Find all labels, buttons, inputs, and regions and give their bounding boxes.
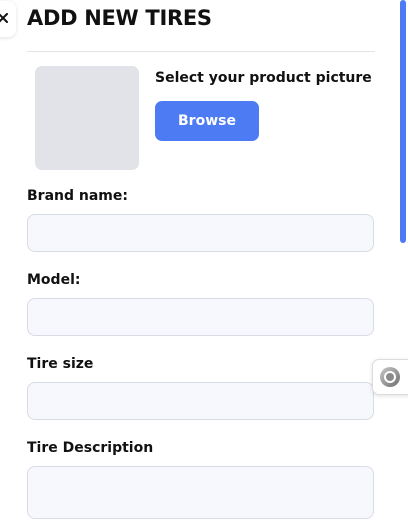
tire-description-input[interactable]: [27, 466, 374, 519]
floating-widget-button[interactable]: [372, 359, 408, 395]
product-picture-placeholder: [35, 66, 139, 170]
scrollbar-track[interactable]: [399, 0, 408, 527]
page-title: ADD NEW TIRES: [27, 6, 212, 30]
model-label: Model:: [27, 272, 81, 288]
picture-label: Select your product picture: [155, 70, 372, 86]
tire-size-label: Tire size: [27, 356, 94, 372]
header-divider: [27, 51, 375, 52]
close-button[interactable]: [0, 1, 16, 37]
tire-size-input[interactable]: [27, 382, 374, 420]
close-icon: [0, 13, 8, 23]
model-input[interactable]: [27, 298, 374, 336]
tire-description-label: Tire Description: [27, 440, 154, 456]
brand-name-input[interactable]: [27, 214, 374, 252]
scrollbar-thumb[interactable]: [400, 0, 406, 243]
browse-button[interactable]: Browse: [155, 101, 259, 141]
brand-name-label: Brand name:: [27, 188, 128, 204]
widget-icon: [380, 367, 400, 387]
